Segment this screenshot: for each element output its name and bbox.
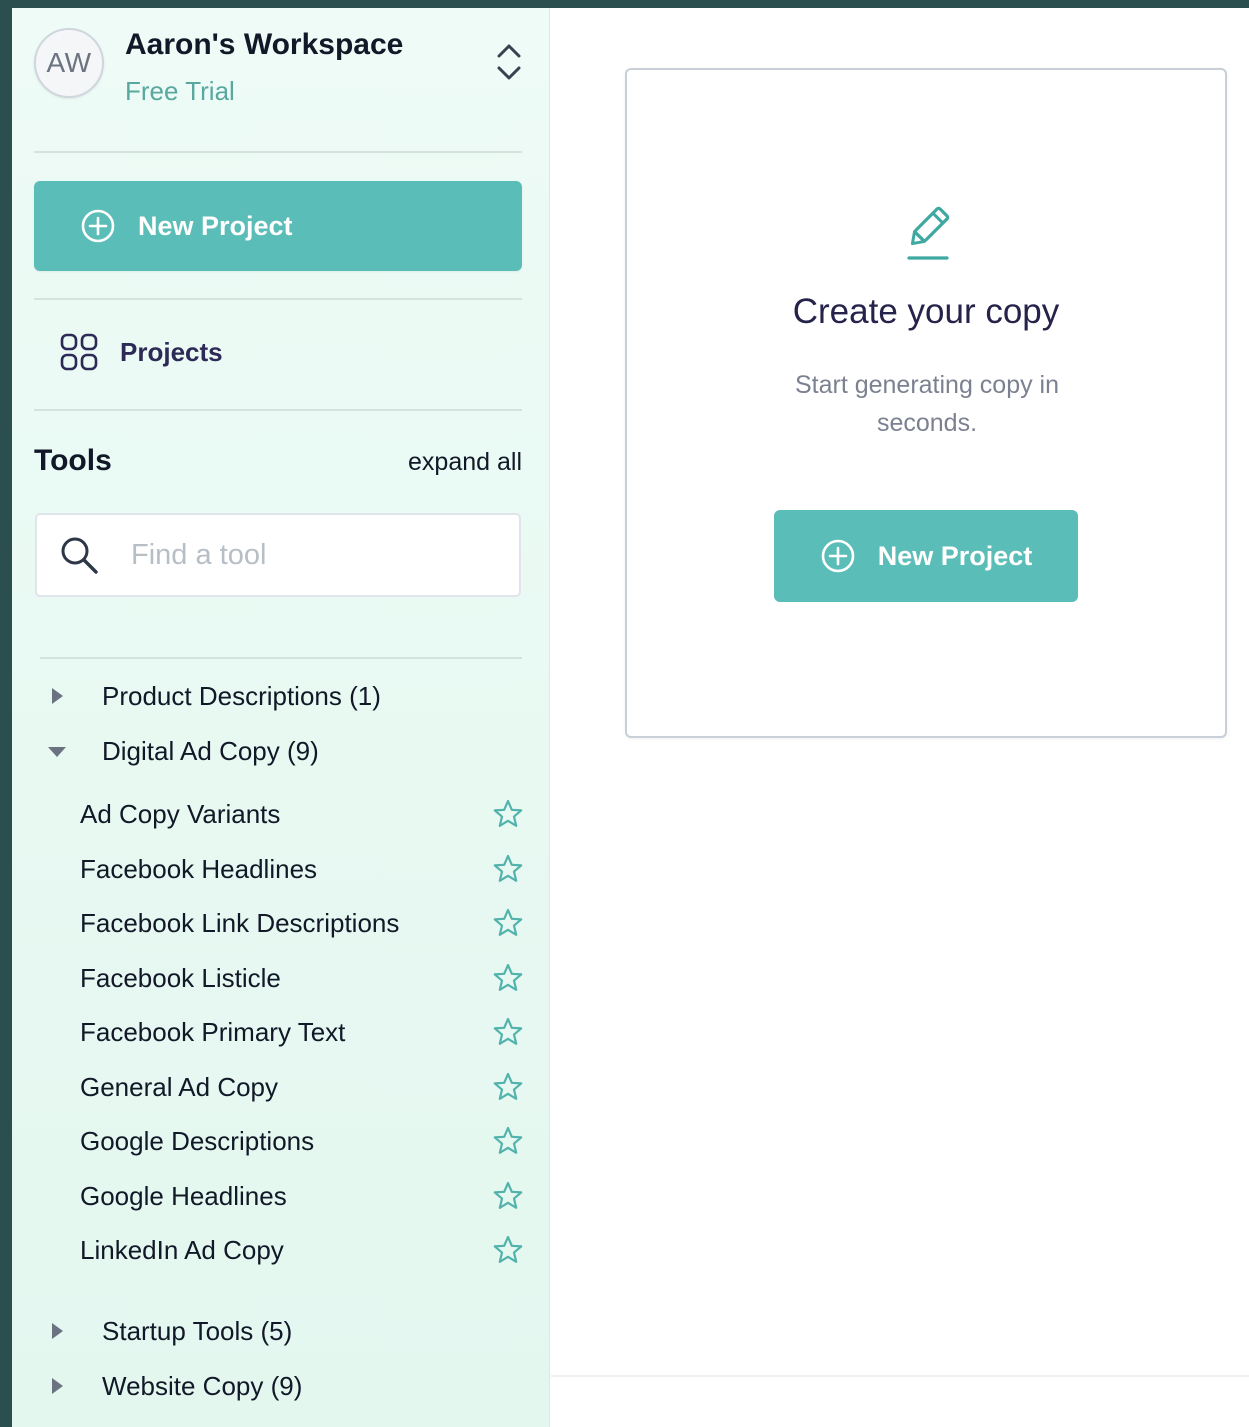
workspace-switcher[interactable]: AW Aaron's Workspace Free Trial	[34, 22, 524, 112]
avatar: AW	[34, 28, 104, 98]
tool-item[interactable]: Google Descriptions	[80, 1119, 524, 1163]
divider	[34, 298, 522, 300]
tool-item-label: Facebook Link Descriptions	[80, 907, 400, 938]
tool-item-label: Facebook Headlines	[80, 853, 318, 884]
star-outline-icon[interactable]	[492, 853, 524, 885]
expand-all-link[interactable]: expand all	[408, 448, 522, 477]
star-outline-icon[interactable]	[492, 1234, 524, 1266]
caret-right-icon	[52, 1378, 63, 1394]
category-startup-tools[interactable]: Startup Tools (5)	[46, 1311, 292, 1351]
divider	[40, 657, 522, 659]
tool-item[interactable]: Google Headlines	[80, 1174, 524, 1218]
tool-item-label: Facebook Primary Text	[80, 1016, 346, 1047]
tool-item-label: Ad Copy Variants	[80, 798, 281, 829]
caret-down-icon	[48, 747, 66, 757]
category-digital-ad-copy[interactable]: Digital Ad Copy (9)	[46, 731, 319, 771]
workspace-name: Aaron's Workspace	[125, 28, 404, 61]
tool-item-label: LinkedIn Ad Copy	[80, 1234, 284, 1265]
new-project-label: New Project	[877, 540, 1033, 571]
tool-item[interactable]: Facebook Listicle	[80, 956, 524, 1000]
divider	[34, 151, 522, 153]
category-label: Digital Ad Copy (9)	[102, 735, 319, 766]
tool-item[interactable]: Facebook Link Descriptions	[80, 901, 524, 945]
tool-item[interactable]: General Ad Copy	[80, 1065, 524, 1109]
app-window: AW Aaron's Workspace Free Trial New Proj…	[12, 8, 1249, 1427]
category-label: Product Descriptions (1)	[102, 680, 381, 711]
chevron-up-down-icon[interactable]	[494, 40, 524, 84]
new-project-label: New Project	[138, 210, 293, 241]
tools-title: Tools	[34, 444, 112, 477]
tool-item[interactable]: Facebook Headlines	[80, 847, 524, 891]
new-project-button[interactable]: New Project	[34, 181, 522, 271]
tools-header: Tools expand all	[34, 444, 522, 484]
tool-item[interactable]: Facebook Primary Text	[80, 1010, 524, 1054]
tool-item-label: Google Descriptions	[80, 1125, 315, 1156]
star-outline-icon[interactable]	[492, 962, 524, 994]
category-label: Startup Tools (5)	[102, 1315, 293, 1346]
plus-circle-icon	[81, 209, 115, 243]
sidebar-item-label: Projects	[120, 336, 223, 367]
category-label: Website Copy (9)	[102, 1370, 303, 1401]
tool-search[interactable]	[35, 513, 521, 597]
sidebar: AW Aaron's Workspace Free Trial New Proj…	[12, 8, 550, 1427]
caret-right-icon	[52, 688, 63, 704]
tool-item-label: Google Headlines	[80, 1180, 287, 1211]
caret-right-icon	[52, 1323, 63, 1339]
star-outline-icon[interactable]	[492, 798, 524, 830]
star-outline-icon[interactable]	[492, 1071, 524, 1103]
star-outline-icon[interactable]	[492, 1016, 524, 1048]
divider	[34, 409, 522, 411]
category-website-copy[interactable]: Website Copy (9)	[46, 1366, 302, 1406]
tool-item-label: General Ad Copy	[80, 1071, 279, 1102]
search-input[interactable]	[129, 537, 473, 573]
category-product-descriptions[interactable]: Product Descriptions (1)	[46, 676, 381, 716]
star-outline-icon[interactable]	[492, 1180, 524, 1212]
new-project-button[interactable]: New Project	[774, 510, 1078, 602]
pencil-icon	[907, 206, 950, 260]
sidebar-item-projects[interactable]: Projects	[60, 333, 223, 371]
card-subtitle: Start generating copy in seconds.	[794, 371, 1060, 437]
divider	[551, 1375, 1249, 1377]
star-outline-icon[interactable]	[492, 907, 524, 939]
workspace-plan: Free Trial	[125, 76, 235, 106]
card-title: Create your copy	[792, 292, 1060, 331]
grid-icon	[60, 333, 98, 371]
tool-item[interactable]: Ad Copy Variants	[80, 792, 524, 836]
star-outline-icon[interactable]	[492, 1125, 524, 1157]
search-icon	[61, 537, 98, 574]
plus-circle-icon	[821, 539, 855, 573]
empty-state-card: Create your copy Start generating copy i…	[625, 68, 1227, 738]
tool-item-label: Facebook Listicle	[80, 962, 281, 993]
tool-item[interactable]: LinkedIn Ad Copy	[80, 1228, 524, 1272]
